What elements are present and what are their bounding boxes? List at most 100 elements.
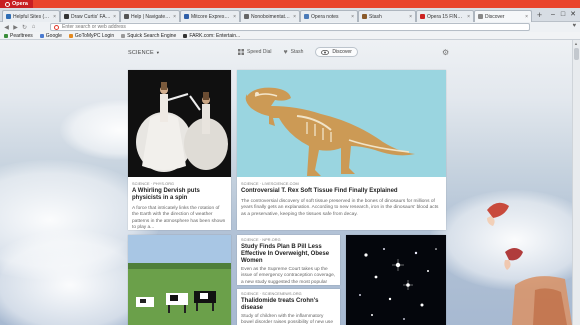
article-body: SCIENCE · SCIENCENEWS.ORG Thalidomide tr… (237, 289, 340, 325)
tab-close-icon[interactable]: × (53, 14, 56, 20)
opera-menu-button[interactable]: Opera (0, 0, 33, 8)
tab-label: Stash (369, 13, 382, 20)
tab-close-icon[interactable]: × (233, 14, 236, 20)
discover-button[interactable]: Discover (315, 47, 358, 57)
article-summary: The controversial discovery of soft tiss… (241, 199, 439, 217)
article-title[interactable]: A Whirling Dervish puts physicists in a … (132, 188, 227, 202)
opera-logo-icon (5, 1, 10, 7)
tab-favicon-icon (184, 14, 189, 19)
article-source: SCIENCE · NPR.ORG (241, 238, 281, 242)
article-thumbnail (128, 235, 231, 325)
bookmark-label: Google (45, 32, 62, 39)
article-card[interactable]: SCIENCE · SCIENCENEWS.ORG Thalidomide tr… (237, 289, 340, 325)
bookmark-label: FARK.com: Entertain... (189, 32, 241, 39)
tab-favicon-icon (244, 14, 249, 19)
article-thumbnail (237, 70, 446, 177)
tab-favicon-icon (478, 14, 483, 19)
forward-button[interactable]: ▶ (11, 24, 20, 31)
tab-close-icon[interactable]: × (113, 14, 116, 20)
article-title[interactable]: Study Finds Plan B Pill Less Effective I… (241, 244, 336, 265)
bookmark-favicon-icon (39, 33, 44, 38)
bookmark-label: Squick Search Engine (127, 32, 177, 39)
category-label: SCIENCE (128, 50, 154, 56)
article-body: SCIENCE · PHYS.ORG A Whirling Dervish pu… (128, 179, 231, 230)
article-source: SCIENCE · PHYS.ORG (132, 182, 175, 186)
article-body: SCIENCE · NPR.ORG Study Finds Plan B Pil… (237, 235, 340, 285)
maximize-button[interactable]: □ (558, 10, 568, 19)
tab[interactable]: Opera 15 FINAL Re...× (416, 10, 474, 22)
tab-favicon-icon (64, 14, 69, 19)
tab[interactable]: Nonoboimentator: Fo...× (240, 10, 300, 22)
article-card[interactable]: SCIENCE · PHYS.ORG A Whirling Dervish pu… (128, 70, 231, 230)
tab-close-icon[interactable]: × (409, 14, 412, 20)
stash-heart-icon[interactable]: ♥ (572, 23, 576, 29)
tab-active[interactable]: Discover × (474, 10, 532, 22)
article-card[interactable]: SCIENCE · LIVESCIENCE.COM Controversial … (237, 70, 446, 230)
tab-label: Opera 15 FINAL Re... (427, 13, 465, 20)
tab-favicon-icon (124, 14, 129, 19)
close-window-button[interactable]: ✕ (568, 10, 578, 19)
heart-icon: ♥ (283, 48, 288, 56)
back-button[interactable]: ◀ (2, 24, 11, 31)
tab-close-icon[interactable]: × (351, 14, 354, 20)
bookmark-item[interactable]: FARK.com: Entertain... (183, 33, 240, 39)
tab-label: Opera notes (311, 13, 339, 20)
bookmark-item[interactable]: GoToMyPC Login (68, 33, 114, 39)
article-title[interactable]: Thalidomide treats Crohn's disease (241, 298, 336, 312)
tab-close-icon[interactable]: × (173, 14, 176, 20)
article-title[interactable]: Controversial T. Rex Soft Tissue Find Fi… (241, 188, 442, 195)
tab-close-icon[interactable]: × (467, 14, 470, 20)
reload-button[interactable]: ↻ (20, 24, 29, 31)
tab-label: Helpful Sites (b.com (13, 13, 51, 20)
tab-label: Nonoboimentator: Fo... (251, 13, 291, 20)
tab[interactable]: Help | Navigate with...× (120, 10, 180, 22)
scroll-up-icon[interactable]: ▲ (574, 41, 578, 46)
tab-close-icon[interactable]: × (525, 14, 528, 20)
address-bar[interactable] (50, 23, 530, 31)
tab[interactable]: Draw Curtis' FARK.com× (60, 10, 120, 22)
bookmark-item[interactable]: Google (39, 32, 62, 39)
gear-icon[interactable]: ⚙ (442, 48, 449, 57)
article-summary: A force that intricately links the rotat… (132, 206, 226, 230)
tab-label: Draw Curtis' FARK.com (71, 13, 111, 20)
discover-header: SCIENCE ▼ Speed Dial ♥ Stash Discover (128, 47, 448, 59)
tab-strip: Helpful Sites (b.com× Draw Curtis' FARK.… (0, 8, 580, 22)
article-summary: Even as the Supreme Court takes up the i… (241, 267, 336, 285)
tab-favicon-icon (6, 14, 11, 19)
tab-label: Mitcore Express the... (191, 13, 231, 20)
opera-menu-label: Opera (12, 1, 28, 7)
tab[interactable]: Mitcore Express the...× (180, 10, 240, 22)
stash-button[interactable]: ♥ Stash (283, 49, 303, 56)
tab[interactable]: Opera notes × (300, 10, 358, 22)
article-card[interactable]: SCIENCE · NPR.ORG Study Finds Plan B Pil… (237, 235, 340, 285)
scrollbar-thumb[interactable] (574, 48, 579, 60)
home-button[interactable]: ⌂ (29, 24, 38, 30)
new-tab-button[interactable]: + (535, 11, 544, 20)
minimize-button[interactable]: – (548, 10, 558, 19)
article-source: SCIENCE · SCIENCENEWS.ORG (241, 292, 302, 296)
tab-label: Discover (485, 13, 505, 20)
bookmark-label: Pearltrees (10, 32, 33, 39)
view-modes: Speed Dial ♥ Stash Discover (238, 47, 358, 57)
tab-favicon-icon (362, 14, 367, 19)
tab-favicon-icon (420, 14, 425, 19)
bookmark-favicon-icon (183, 33, 188, 38)
article-thumbnail (346, 235, 446, 325)
article-card[interactable] (346, 235, 446, 325)
speed-dial-button[interactable]: Speed Dial (238, 49, 271, 55)
bookmark-item[interactable]: Pearltrees (4, 33, 33, 39)
tab[interactable]: Helpful Sites (b.com× (2, 10, 60, 22)
category-dropdown[interactable]: SCIENCE ▼ (128, 50, 160, 56)
tab-label: Help | Navigate with... (131, 13, 171, 20)
bookmark-item[interactable]: Squick Search Engine (121, 33, 176, 39)
tab-close-icon[interactable]: × (293, 14, 296, 20)
tab[interactable]: Stash × (358, 10, 416, 22)
address-input[interactable] (62, 24, 462, 30)
grid-icon (238, 49, 244, 55)
page-scrollbar[interactable]: ▲ (572, 40, 580, 325)
background-figures-illustration (487, 202, 572, 325)
article-card[interactable] (128, 235, 231, 325)
chevron-down-icon: ▼ (155, 50, 161, 55)
bookmark-favicon-icon (121, 33, 126, 38)
speed-dial-label: Speed Dial (247, 49, 272, 55)
